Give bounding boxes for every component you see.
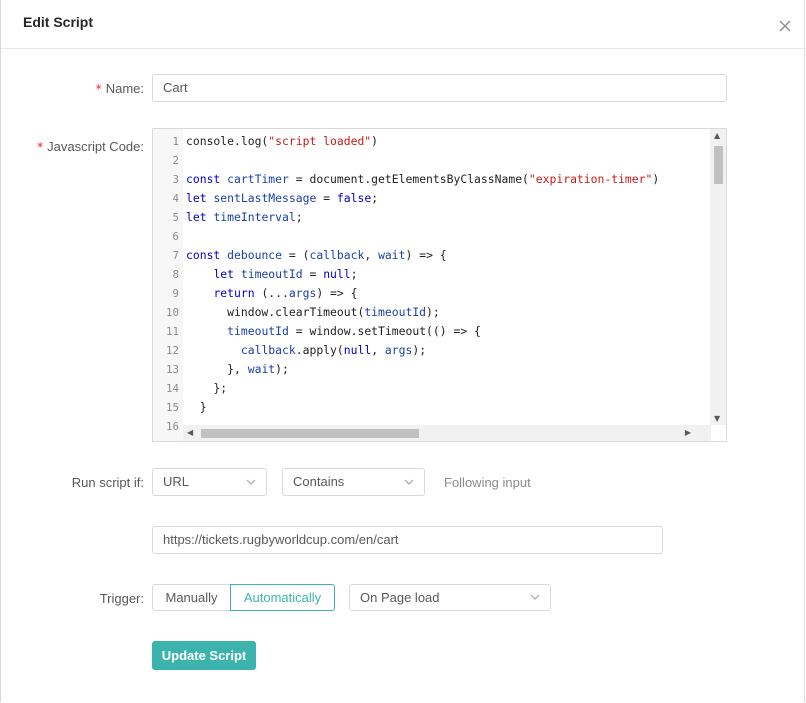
code-line[interactable]: 11 timeoutId = window.setTimeout(() => { <box>153 322 709 341</box>
operator-select[interactable]: Contains <box>282 468 425 496</box>
line-number: 9 <box>172 287 179 300</box>
code-line[interactable]: 3 const cartTimer = document.getElementsB… <box>153 170 709 189</box>
code-line[interactable]: 6 <box>153 227 709 246</box>
code-line-text: } <box>186 400 207 414</box>
operator-select-value: Contains <box>293 474 345 489</box>
code-line[interactable]: 9 return (...args) => { <box>153 284 709 303</box>
line-number: 1 <box>172 135 179 148</box>
horizontal-scrollbar[interactable]: ◀ ▶ <box>183 425 711 441</box>
horizontal-scroll-thumb[interactable] <box>201 429 419 438</box>
line-number: 2 <box>172 154 179 167</box>
line-number: 10 <box>165 306 179 319</box>
code-line[interactable]: 12 callback.apply(null, args); <box>153 341 709 360</box>
update-script-button[interactable]: Update Script <box>152 641 256 670</box>
required-mark: * <box>37 140 44 154</box>
line-number: 5 <box>172 211 179 224</box>
required-mark: * <box>95 82 102 96</box>
code-line-text: }, wait); <box>186 362 289 376</box>
scroll-left-icon[interactable]: ◀ <box>187 428 193 437</box>
line-number: 14 <box>165 382 179 395</box>
vertical-scrollbar[interactable]: ▲ ▼ <box>710 129 726 425</box>
url-input[interactable]: https://tickets.rugbyworldcup.com/en/car… <box>152 526 663 554</box>
code-line-text: timeoutId = window.setTimeout(() => { <box>227 324 481 338</box>
scroll-right-icon[interactable]: ▶ <box>685 428 691 437</box>
name-input[interactable]: Cart <box>152 74 727 102</box>
close-icon[interactable] <box>778 19 792 33</box>
chevron-down-icon <box>530 594 540 600</box>
code-line[interactable]: 5 let timeInterval; <box>153 208 709 227</box>
name-label-text: Name: <box>105 81 144 96</box>
dialog-header: Edit Script <box>1 0 804 49</box>
code-line[interactable]: 7 const debounce = (callback, wait) => { <box>153 246 709 265</box>
code-line[interactable]: 10 window.clearTimeout(timeoutId); <box>153 303 709 322</box>
line-number: 13 <box>165 363 179 376</box>
code-line[interactable]: 2 <box>153 151 709 170</box>
code-label: * Javascript Code: <box>37 139 144 154</box>
code-line[interactable]: 8 let timeoutId = null; <box>153 265 709 284</box>
code-line[interactable]: 14 }; <box>153 379 709 398</box>
chevron-down-icon <box>404 479 414 485</box>
line-number: 8 <box>172 268 179 281</box>
code-lines[interactable]: 1 console.log("script loaded") 2 3 const car… <box>153 132 709 441</box>
code-line[interactable]: 13 }, wait); <box>153 360 709 379</box>
code-line[interactable]: 15 } <box>153 398 709 417</box>
code-line-text: }; <box>186 381 228 395</box>
source-select[interactable]: URL <box>152 468 267 496</box>
line-number: 6 <box>172 230 179 243</box>
line-number: 17 <box>153 436 186 441</box>
url-input-value: https://tickets.rugbyworldcup.com/en/car… <box>163 532 399 547</box>
trigger-manually-option[interactable]: Manually <box>152 584 231 611</box>
code-line-text: const cartTimer = document.getElementsBy… <box>186 172 660 186</box>
following-input-text: Following input <box>444 475 531 490</box>
line-number: 12 <box>165 344 179 357</box>
line-number: 4 <box>172 192 179 205</box>
name-label: * Name: <box>96 81 144 96</box>
line-number: 15 <box>165 401 179 414</box>
vertical-scroll-thumb[interactable] <box>714 146 723 184</box>
code-line-text: let timeoutId = null; <box>213 267 358 281</box>
code-line-text: window.clearTimeout(timeoutId); <box>186 305 440 319</box>
code-line[interactable]: 4 let sentLastMessage = false; <box>153 189 709 208</box>
code-line-text: let timeInterval; <box>186 210 303 224</box>
dialog-title: Edit Script <box>23 14 94 30</box>
run-if-label: Run script if: <box>71 475 144 490</box>
line-number: 3 <box>172 173 179 186</box>
code-line-text: const debounce = (callback, wait) => { <box>186 248 447 262</box>
code-editor[interactable]: 1 console.log("script loaded") 2 3 const car… <box>152 128 727 442</box>
code-line-text: let sentLastMessage = false; <box>186 191 379 205</box>
line-number: 16 <box>165 420 179 433</box>
trigger-label: Trigger: <box>99 591 144 606</box>
chevron-down-icon <box>246 479 256 485</box>
line-number: 7 <box>172 249 179 262</box>
code-line-text: return (...args) => { <box>213 286 358 300</box>
scroll-up-icon[interactable]: ▲ <box>714 131 720 140</box>
trigger-automatically-option[interactable]: Automatically <box>230 584 335 611</box>
source-select-value: URL <box>163 474 190 489</box>
code-line-text: callback.apply(null, args); <box>240 343 427 357</box>
code-label-text: Javascript Code: <box>47 139 144 154</box>
edit-script-dialog: Edit Script * Name: Cart * Javascript Code… <box>0 0 805 702</box>
trigger-event-select[interactable]: On Page load <box>349 584 551 611</box>
line-number: 11 <box>165 325 179 338</box>
scroll-down-icon[interactable]: ▼ <box>714 414 720 423</box>
trigger-event-value: On Page load <box>360 590 440 605</box>
code-line[interactable]: 1 console.log("script loaded") <box>153 132 709 151</box>
code-line-text: console.log("script loaded") <box>186 134 379 148</box>
name-value: Cart <box>163 80 188 95</box>
